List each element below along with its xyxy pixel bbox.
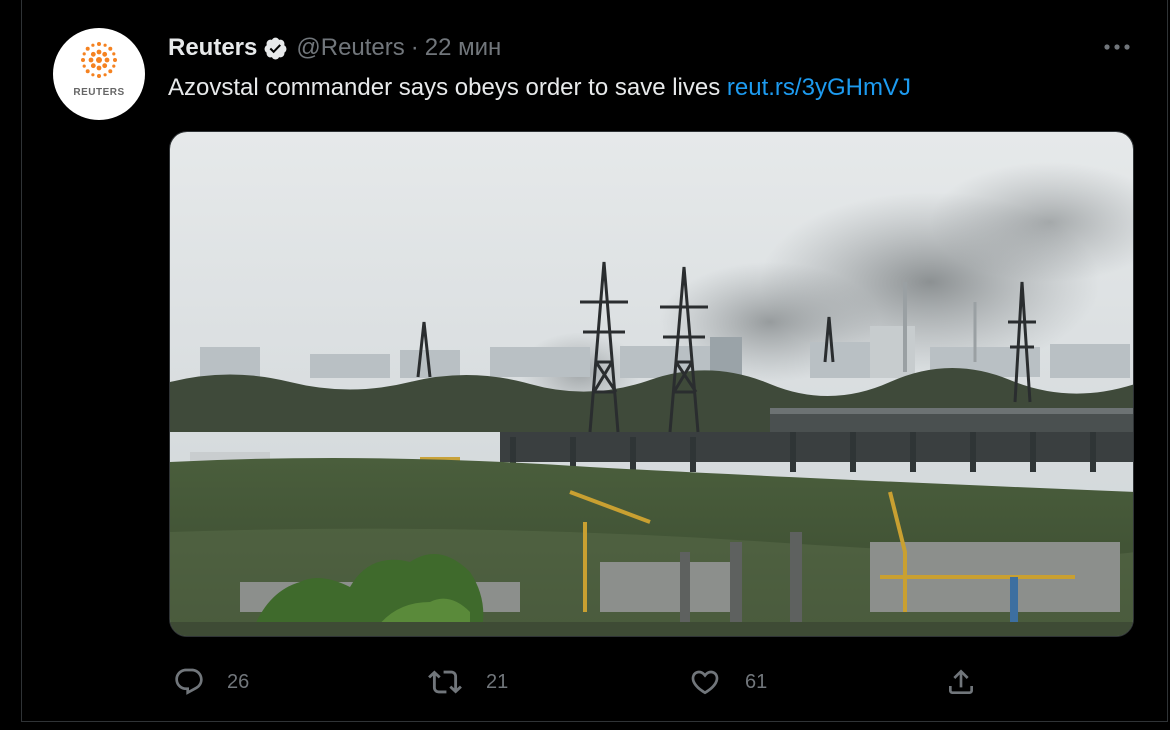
share-icon (949, 669, 973, 694)
retweet-count: 21 (486, 670, 509, 693)
retweet-icon (428, 670, 462, 694)
like-button[interactable]: 61 (689, 662, 767, 702)
avatar-wordmark: REUTERS (73, 87, 125, 98)
tweet-header: Reuters @Reuters · 22 мин (168, 33, 501, 63)
more-dots-icon (1104, 44, 1130, 50)
reply-icon (175, 668, 203, 695)
azovstal-photo (170, 132, 1133, 636)
reuters-logo-icon (81, 42, 117, 78)
heart-icon (691, 670, 719, 695)
retweet-button[interactable]: 21 (428, 662, 508, 702)
header-separator: · (410, 34, 419, 61)
tweet-body: Azovstal commander says obeys order to s… (168, 74, 721, 101)
like-count: 61 (745, 670, 768, 693)
share-button[interactable] (945, 662, 977, 702)
reply-button[interactable]: 26 (173, 662, 249, 702)
tweet-timestamp[interactable]: 22 мин (425, 34, 502, 62)
tweet-text: Azovstal commander says obeys order to s… (168, 74, 911, 102)
verified-badge-icon (263, 36, 288, 61)
author-handle[interactable]: @Reuters (296, 34, 404, 62)
author-name[interactable]: Reuters (168, 34, 257, 62)
more-options-button[interactable] (1100, 30, 1134, 64)
reply-count: 26 (227, 670, 250, 693)
tweet-photo[interactable] (169, 131, 1134, 637)
tweet-link[interactable]: reut.rs/3yGHmVJ (727, 74, 911, 101)
avatar[interactable]: REUTERS (53, 28, 145, 120)
